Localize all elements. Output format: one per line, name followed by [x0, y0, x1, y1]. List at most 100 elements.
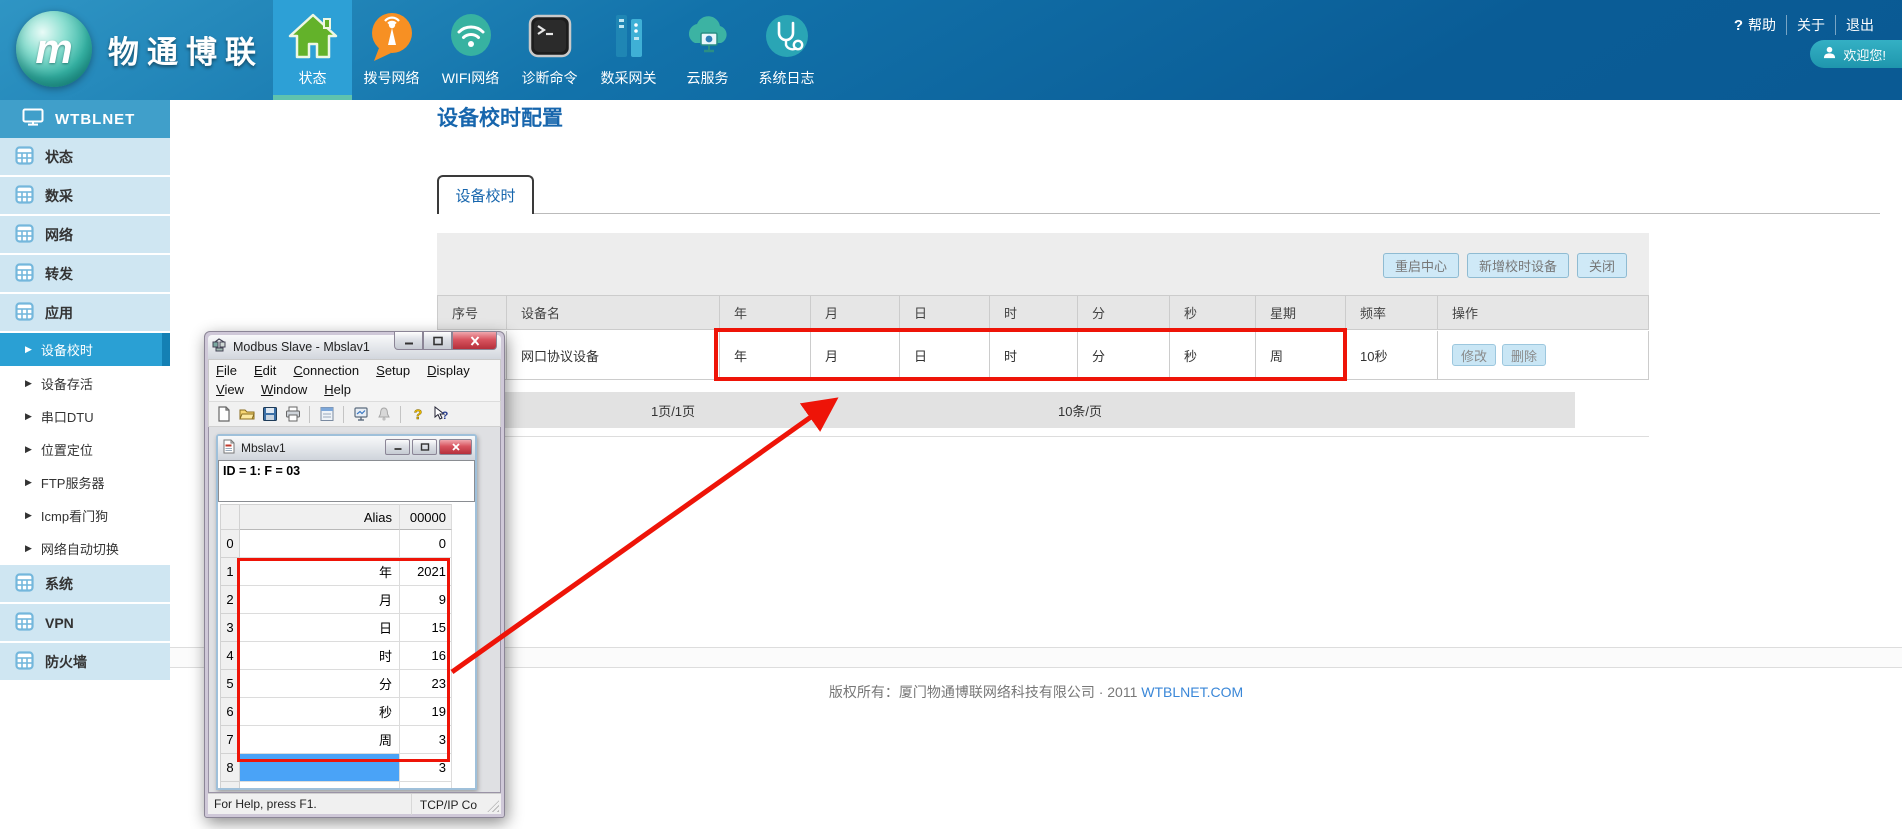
- footer-link[interactable]: WTBLNET.COM: [1141, 684, 1243, 700]
- per-page-indicator: 10条/页: [1058, 392, 1102, 428]
- resize-grip[interactable]: [487, 800, 499, 812]
- menu-item-window[interactable]: Window: [261, 382, 307, 397]
- user-icon: [1823, 46, 1836, 62]
- panel-button-2[interactable]: 新增校时设备: [1467, 253, 1569, 278]
- child-close-button[interactable]: [439, 439, 472, 455]
- open-folder-icon[interactable]: [238, 406, 255, 423]
- menu-item-edit[interactable]: Edit: [254, 363, 276, 378]
- menu-item-help[interactable]: Help: [324, 382, 351, 397]
- sidebar-item-6[interactable]: 系统: [0, 565, 170, 602]
- tab-underline: [437, 213, 1880, 214]
- wifi-icon: [444, 9, 498, 63]
- menu-row-2: View Window Help: [216, 380, 493, 399]
- sidebar-item-2[interactable]: 数采: [0, 177, 170, 214]
- context-help-icon[interactable]: ?: [432, 406, 449, 423]
- help-link-1[interactable]: ?帮助: [1724, 15, 1786, 35]
- print-icon[interactable]: [284, 406, 301, 423]
- cloud-icon: [681, 9, 735, 63]
- grid-rownum-cell: 9: [220, 782, 240, 790]
- menu-item-file[interactable]: File: [216, 363, 237, 378]
- delete-button[interactable]: 删除: [1502, 344, 1546, 366]
- sidebar-subitem-6[interactable]: ▶Icmp看门狗: [0, 499, 170, 532]
- nav-item-6[interactable]: 云服务: [668, 0, 747, 100]
- dial-network-icon: [365, 9, 419, 63]
- sidebar-title: WTBLNET: [55, 111, 135, 128]
- annotation-rect-grid: [237, 558, 450, 762]
- top-navbar: m 物通博联 状态拨号网络WIFI网络诊断命令数采网关云服务系统日志 ?帮助关于…: [0, 0, 1902, 100]
- modbus-statusbar: For Help, press F1. TCP/IP Co: [208, 793, 501, 814]
- panel-toolbar: 重启中心新增校时设备关闭: [437, 233, 1649, 295]
- toolbar-separator: [400, 406, 401, 423]
- new-doc-icon[interactable]: [215, 406, 232, 423]
- menu-item-setup[interactable]: Setup: [376, 363, 410, 378]
- comm-bell-icon[interactable]: [375, 406, 392, 423]
- panel-button-1[interactable]: 重启中心: [1383, 253, 1459, 278]
- nav-item-label: 状态: [299, 68, 327, 88]
- child-titlebar[interactable]: Mbslav1: [218, 436, 475, 460]
- sidebar-item-7[interactable]: VPN: [0, 604, 170, 641]
- nav-item-3[interactable]: WIFI网络: [431, 0, 510, 100]
- sidebar-item-5[interactable]: 应用: [0, 294, 170, 331]
- nav-item-1[interactable]: 状态: [273, 0, 352, 100]
- gateway-icon: [602, 9, 656, 63]
- sidebar-subitem-4[interactable]: ▶位置定位: [0, 433, 170, 466]
- nav-item-4[interactable]: 诊断命令: [510, 0, 589, 100]
- modbus-titlebar[interactable]: Modbus Slave - Mbslav1: [208, 335, 501, 359]
- grid-alias-cell[interactable]: [240, 530, 400, 558]
- maximize-button[interactable]: [423, 332, 452, 350]
- close-button[interactable]: [452, 332, 497, 350]
- child-window-title: Mbslav1: [241, 441, 286, 455]
- grid-value-cell[interactable]: [400, 782, 452, 790]
- help-icon[interactable]: ?: [409, 406, 426, 423]
- sidebar-item-label: 状态: [45, 147, 73, 167]
- child-maximize-button[interactable]: [412, 439, 437, 455]
- save-icon[interactable]: [261, 406, 278, 423]
- help-link-2[interactable]: 关于: [1786, 15, 1835, 35]
- sidebar-menu: 状态数采网络转发应用▶设备校时▶设备存活▶串口DTU▶位置定位▶FTP服务器▶I…: [0, 138, 170, 680]
- sidebar-subitem-7[interactable]: ▶网络自动切换: [0, 532, 170, 565]
- menu-item-connection[interactable]: Connection: [293, 363, 359, 378]
- minimize-button[interactable]: [394, 332, 423, 350]
- menu-item-display[interactable]: Display: [427, 363, 470, 378]
- sidebar-subitem-2[interactable]: ▶设备存活: [0, 367, 170, 400]
- sidebar-subitem-label: 网络自动切换: [41, 539, 119, 558]
- sidebar-item-3[interactable]: 网络: [0, 216, 170, 253]
- status-help-text: For Help, press F1.: [214, 797, 317, 811]
- help-link-3[interactable]: 退出: [1835, 15, 1884, 35]
- table-header-cell: 月: [811, 296, 900, 329]
- table-header-cell: 操作: [1438, 296, 1649, 329]
- nav-item-7[interactable]: 系统日志: [747, 0, 826, 100]
- nav-item-5[interactable]: 数采网关: [589, 0, 668, 100]
- sidebar-item-8[interactable]: 防火墙: [0, 643, 170, 680]
- table-header-cell: 时: [990, 296, 1078, 329]
- table-header-cell: 星期: [1256, 296, 1346, 329]
- sidebar-item-label: VPN: [45, 615, 74, 631]
- modbus-toolbar: ??: [208, 402, 501, 427]
- caret-right-icon: ▶: [25, 344, 32, 355]
- poll-monitor-icon[interactable]: [352, 406, 369, 423]
- grid-icon: [15, 263, 34, 285]
- child-minimize-button[interactable]: [385, 439, 410, 455]
- sidebar-subitem-3[interactable]: ▶串口DTU: [0, 400, 170, 433]
- tab-device-timing[interactable]: 设备校时: [437, 175, 534, 214]
- welcome-badge[interactable]: 欢迎您!: [1810, 40, 1902, 68]
- sidebar-item-4[interactable]: 转发: [0, 255, 170, 292]
- sidebar-subitem-5[interactable]: ▶FTP服务器: [0, 466, 170, 499]
- grid-row-9: 9: [220, 782, 473, 790]
- grid-value-cell[interactable]: 0: [400, 530, 452, 558]
- grid-alias-cell[interactable]: [240, 782, 400, 790]
- menu-item-view[interactable]: View: [216, 382, 244, 397]
- sidebar-item-label: 网络: [45, 225, 73, 245]
- panel-button-3[interactable]: 关闭: [1577, 253, 1627, 278]
- display-def-icon[interactable]: [318, 406, 335, 423]
- sidebar-subitem-1[interactable]: ▶设备校时: [0, 333, 170, 366]
- nav-item-2[interactable]: 拨号网络: [352, 0, 431, 100]
- sidebar: WTBLNET 状态数采网络转发应用▶设备校时▶设备存活▶串口DTU▶位置定位▶…: [0, 100, 170, 829]
- window-controls: [394, 332, 497, 350]
- edit-button[interactable]: 修改: [1452, 344, 1496, 366]
- grid-rownum-cell: 0: [220, 530, 240, 558]
- sidebar-item-1[interactable]: 状态: [0, 138, 170, 175]
- help-link-label: 退出: [1846, 15, 1874, 35]
- svg-text:?: ?: [413, 406, 422, 422]
- table-header: 序号设备名年月日时分秒星期频率操作: [437, 295, 1649, 330]
